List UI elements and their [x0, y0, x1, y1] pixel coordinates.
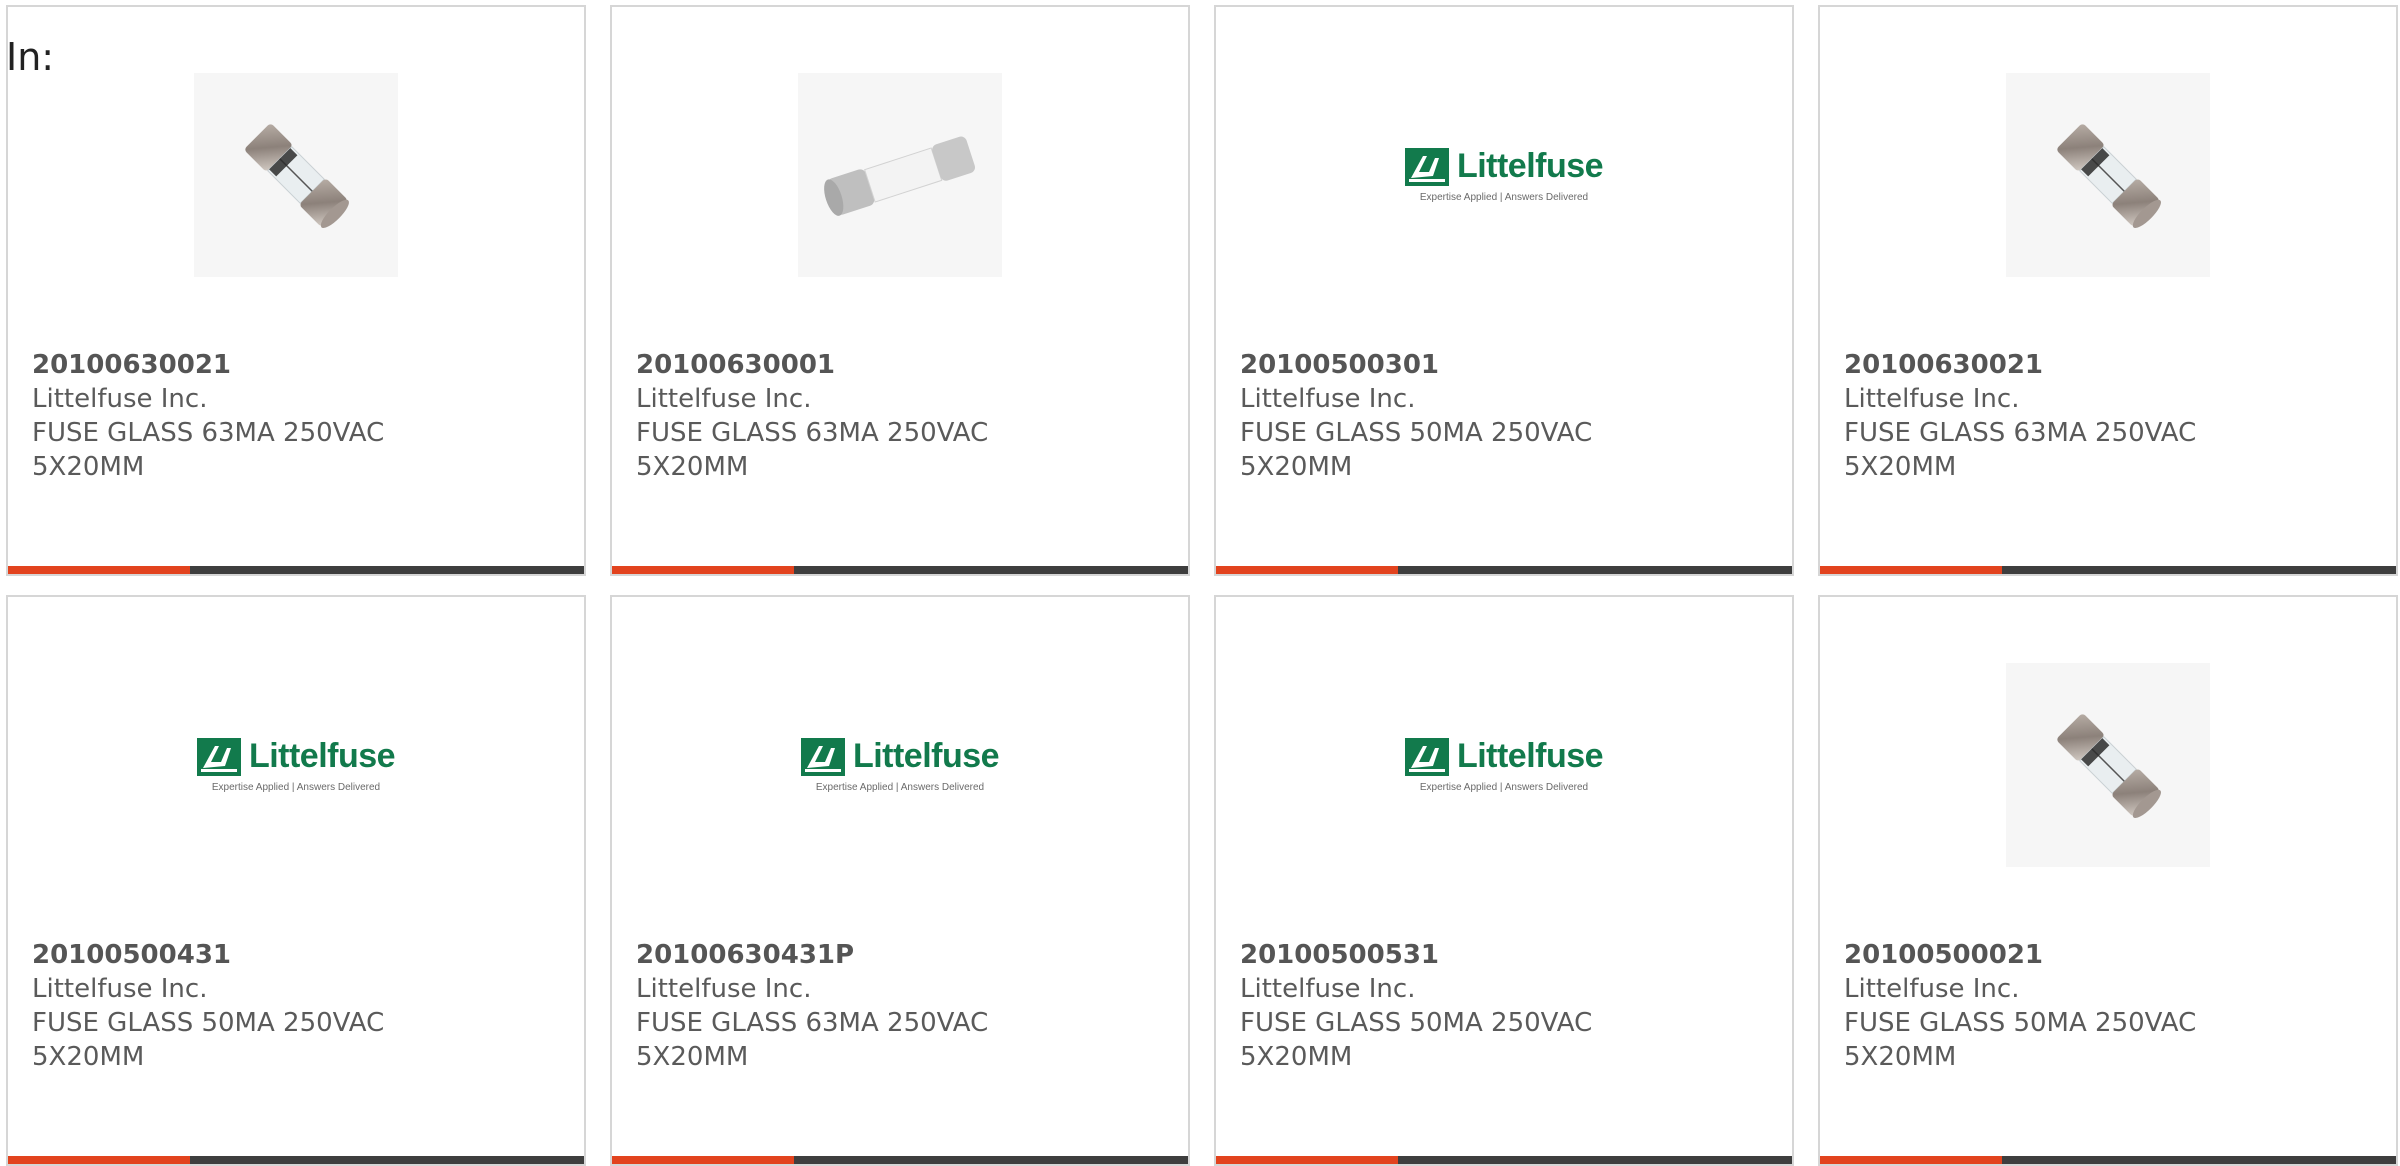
product-grid: 20100630021 Littelfuse Inc. FUSE GLASS 63M…	[6, 5, 2398, 1166]
product-info: 20100630431P Littelfuse Inc. FUSE GLASS 63…	[636, 938, 1016, 1074]
card-bottom-bar	[1216, 1156, 1792, 1164]
part-number-link[interactable]: 20100500431	[32, 938, 412, 972]
product-card[interactable]: Littelfuse Expertise Applied | Answers D…	[1214, 595, 1794, 1166]
manufacturer-name: Littelfuse Inc.	[636, 384, 812, 414]
product-info: 20100630021 Littelfuse Inc. FUSE GLASS 63M…	[32, 348, 412, 484]
littelfuse-logo-image[interactable]: Littelfuse Expertise Applied | Answers D…	[194, 663, 398, 867]
logo-wordmark: Littelfuse	[852, 737, 1000, 775]
product-info: 20100630021 Littelfuse Inc. FUSE GLASS 63M…	[1844, 348, 2224, 484]
fuse-image[interactable]	[194, 73, 398, 277]
logo-wordmark: Littelfuse	[248, 737, 396, 775]
card-accent-strip	[1216, 566, 1398, 574]
product-description: FUSE GLASS 63MA 250VAC 5X20MM	[636, 1008, 989, 1072]
fuse-image[interactable]	[2006, 663, 2210, 867]
littelfuse-mark-icon	[1404, 737, 1449, 776]
product-description: FUSE GLASS 50MA 250VAC 5X20MM	[1844, 1008, 2197, 1072]
product-card[interactable]: 20100630001 Littelfuse Inc. FUSE GLASS 63M…	[610, 5, 1190, 576]
card-bottom-bar	[1216, 566, 1792, 574]
littelfuse-mark-icon	[800, 737, 845, 776]
card-bottom-bar	[8, 1156, 584, 1164]
product-card[interactable]: Littelfuse Expertise Applied | Answers D…	[6, 595, 586, 1166]
product-info: 20100500021 Littelfuse Inc. FUSE GLASS 50M…	[1844, 938, 2224, 1074]
part-number-link[interactable]: 20100630021	[1844, 348, 2224, 382]
product-description: FUSE GLASS 63MA 250VAC 5X20MM	[1844, 418, 2197, 482]
manufacturer-name: Littelfuse Inc.	[1240, 384, 1416, 414]
fuse-image[interactable]	[798, 73, 1002, 277]
product-info: 20100500431 Littelfuse Inc. FUSE GLASS 50M…	[32, 938, 412, 1074]
part-number-link[interactable]: 20100630001	[636, 348, 1016, 382]
logo-tagline: Expertise Applied | Answers Delivered	[211, 782, 381, 793]
product-description: FUSE GLASS 63MA 250VAC 5X20MM	[32, 418, 385, 482]
part-number-link[interactable]: 20100500021	[1844, 938, 2224, 972]
manufacturer-name: Littelfuse Inc.	[1844, 974, 2020, 1004]
product-description: FUSE GLASS 50MA 250VAC 5X20MM	[1240, 418, 1593, 482]
card-bottom-bar	[1820, 566, 2396, 574]
product-card[interactable]: 20100630021 Littelfuse Inc. FUSE GLASS 63M…	[1818, 5, 2398, 576]
product-description: FUSE GLASS 50MA 250VAC 5X20MM	[32, 1008, 385, 1072]
card-accent-strip	[1216, 1156, 1398, 1164]
product-card[interactable]: 20100630021 Littelfuse Inc. FUSE GLASS 63M…	[6, 5, 586, 576]
part-number-link[interactable]: 20100630431P	[636, 938, 1016, 972]
manufacturer-name: Littelfuse Inc.	[1240, 974, 1416, 1004]
card-accent-strip	[1820, 1156, 2002, 1164]
littelfuse-mark-icon	[1404, 147, 1449, 186]
card-accent-strip	[8, 1156, 190, 1164]
filter-in-label: In:	[6, 35, 55, 79]
logo-wordmark: Littelfuse	[1456, 147, 1604, 185]
product-description: FUSE GLASS 63MA 250VAC 5X20MM	[636, 418, 989, 482]
card-accent-strip	[1820, 566, 2002, 574]
manufacturer-name: Littelfuse Inc.	[1844, 384, 2020, 414]
part-number-link[interactable]: 20100630021	[32, 348, 412, 382]
product-info: 20100500301 Littelfuse Inc. FUSE GLASS 50M…	[1240, 348, 1620, 484]
littelfuse-logo-image[interactable]: Littelfuse Expertise Applied | Answers D…	[1402, 663, 1606, 867]
manufacturer-name: Littelfuse Inc.	[32, 384, 208, 414]
part-number-link[interactable]: 20100500301	[1240, 348, 1620, 382]
card-bottom-bar	[612, 566, 1188, 574]
card-bottom-bar	[1820, 1156, 2396, 1164]
card-accent-strip	[8, 566, 190, 574]
product-info: 20100630001 Littelfuse Inc. FUSE GLASS 63M…	[636, 348, 1016, 484]
manufacturer-name: Littelfuse Inc.	[636, 974, 812, 1004]
logo-tagline: Expertise Applied | Answers Delivered	[1419, 782, 1589, 793]
manufacturer-name: Littelfuse Inc.	[32, 974, 208, 1004]
part-number-link[interactable]: 20100500531	[1240, 938, 1620, 972]
littelfuse-logo-image[interactable]: Littelfuse Expertise Applied | Answers D…	[798, 663, 1002, 867]
littelfuse-logo-image[interactable]: Littelfuse Expertise Applied | Answers D…	[1402, 73, 1606, 277]
fuse-image[interactable]	[2006, 73, 2210, 277]
card-accent-strip	[612, 1156, 794, 1164]
product-card[interactable]: Littelfuse Expertise Applied | Answers D…	[610, 595, 1190, 1166]
card-accent-strip	[612, 566, 794, 574]
littelfuse-mark-icon	[196, 737, 241, 776]
card-bottom-bar	[8, 566, 584, 574]
logo-tagline: Expertise Applied | Answers Delivered	[815, 782, 985, 793]
product-card[interactable]: Littelfuse Expertise Applied | Answers D…	[1214, 5, 1794, 576]
logo-wordmark: Littelfuse	[1456, 737, 1604, 775]
product-card[interactable]: 20100500021 Littelfuse Inc. FUSE GLASS 50M…	[1818, 595, 2398, 1166]
logo-tagline: Expertise Applied | Answers Delivered	[1419, 192, 1589, 203]
product-description: FUSE GLASS 50MA 250VAC 5X20MM	[1240, 1008, 1593, 1072]
card-bottom-bar	[612, 1156, 1188, 1164]
product-info: 20100500531 Littelfuse Inc. FUSE GLASS 50M…	[1240, 938, 1620, 1074]
